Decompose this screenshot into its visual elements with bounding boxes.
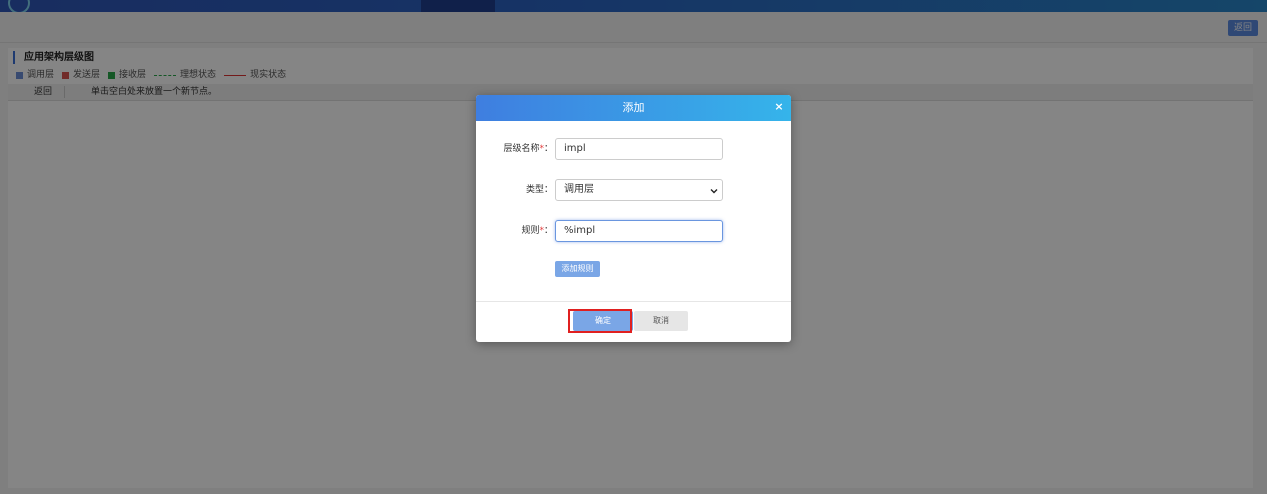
label-text: 层级名称 xyxy=(503,144,540,154)
rule-input[interactable]: %impl xyxy=(555,220,723,242)
dialog-header: 添加 × xyxy=(476,95,791,121)
type-select[interactable]: 调用层 xyxy=(555,179,723,201)
label-suffix: ： xyxy=(543,144,553,154)
label-text: 规则 xyxy=(521,226,540,236)
form-row-rule: 规则*： %impl xyxy=(476,220,791,242)
label-text: 类型 xyxy=(525,185,544,195)
dialog-title: 添加 xyxy=(622,101,645,114)
add-dialog: 添加 × 层级名称*： impl 类型： 调用层 规则*： %impl 添加规则… xyxy=(476,95,791,342)
footer-divider xyxy=(476,301,791,302)
form-row-level-name: 层级名称*： impl xyxy=(476,138,791,160)
type-select-value: 调用层 xyxy=(564,184,594,195)
form-row-type: 类型： 调用层 xyxy=(476,179,791,201)
close-icon[interactable]: × xyxy=(773,101,785,113)
type-label: 类型： xyxy=(526,179,553,201)
cancel-button[interactable]: 取消 xyxy=(634,311,688,331)
label-suffix: ： xyxy=(543,185,553,195)
label-suffix: ： xyxy=(543,226,553,236)
rule-label: 规则*： xyxy=(521,220,553,242)
chevron-down-icon xyxy=(710,189,718,194)
level-name-label: 层级名称*： xyxy=(503,138,553,160)
add-rule-button[interactable]: 添加规则 xyxy=(555,261,600,277)
confirm-highlight-box xyxy=(568,309,632,333)
app-root: 返回 应用架构层级图 调用层 发送层 接收层 理想状态 现实状态 返回 单击空白… xyxy=(0,0,1267,494)
level-name-input[interactable]: impl xyxy=(555,138,723,160)
